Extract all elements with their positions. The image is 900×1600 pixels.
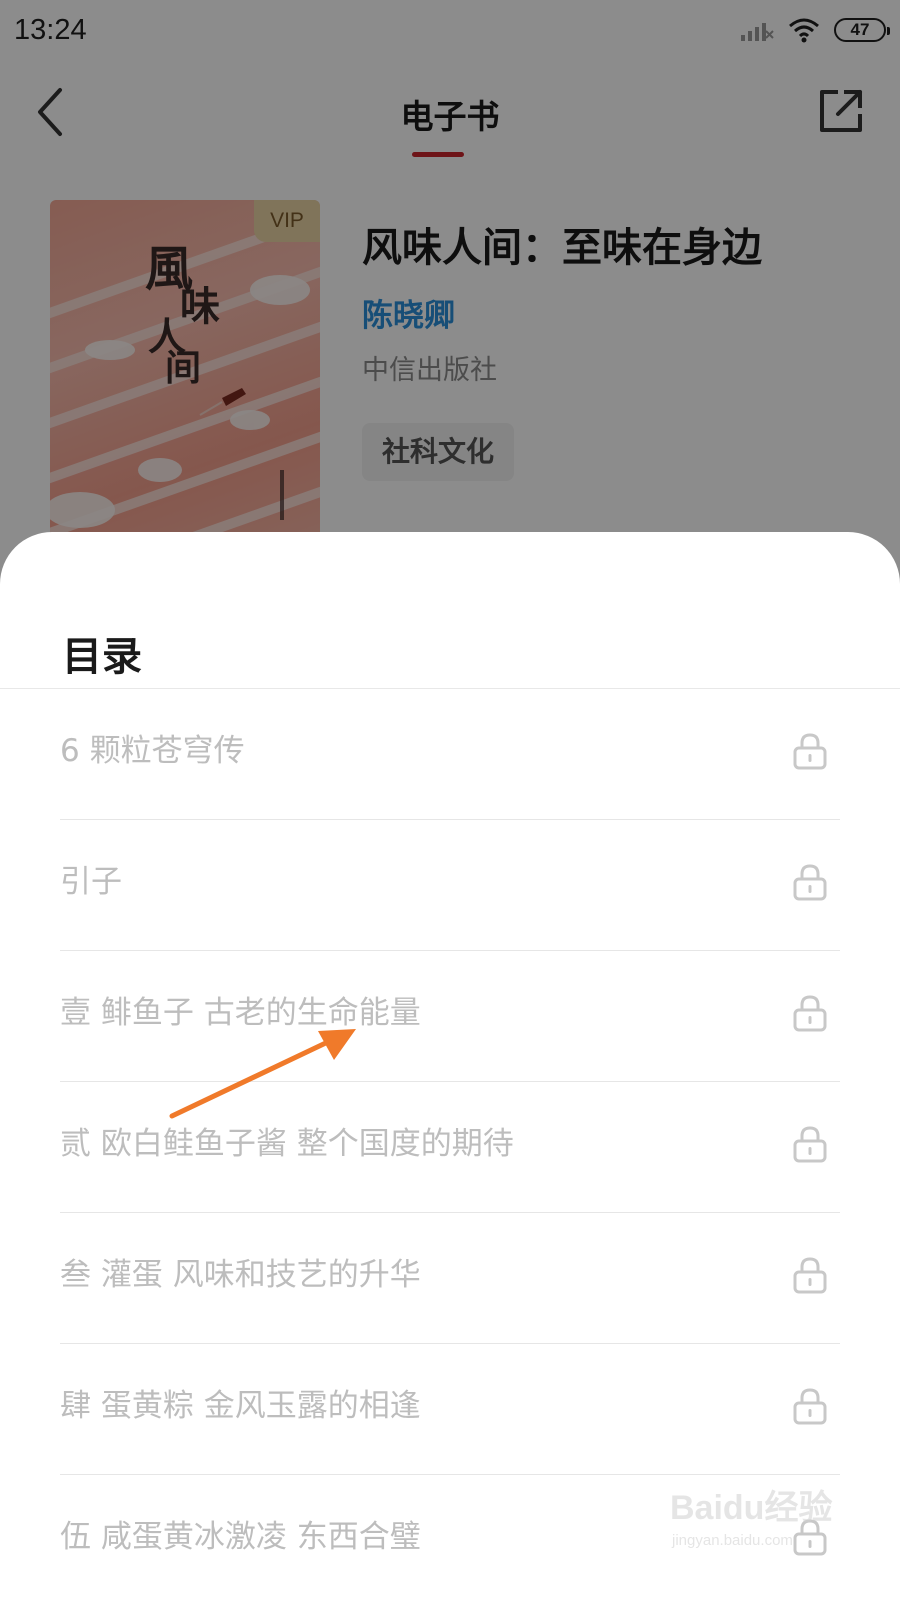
lock-icon [793,1126,827,1163]
toc-item-label: 伍 咸蛋黄冰激凌 东西合璧 [60,1519,421,1555]
watermark: Baidu经验 jingyan.baidu.com [670,1470,850,1560]
screen: 13:24 47 电子书 風 味 人 间 VIP 风味人间：至味在身边 陈晓卿 … [0,0,900,1600]
toc-item-label: 叁 灌蛋 风味和技艺的升华 [60,1257,421,1293]
watermark-url: jingyan.baidu.com [672,1532,793,1549]
toc-item[interactable]: 壹 鲱鱼子 古老的生命能量 [60,951,840,1082]
lock-icon [793,995,827,1032]
toc-item-label: 肆 蛋黄粽 金风玉露的相逢 [60,1388,421,1424]
toc-item-label: 贰 欧白鲑鱼子酱 整个国度的期待 [60,1126,514,1162]
toc-item-label: 引子 [60,864,122,900]
lock-icon [793,1388,827,1425]
lock-icon [793,733,827,770]
toc-item-label: 6 颗粒苍穹传 [60,733,245,769]
toc-item[interactable]: 叁 灌蛋 风味和技艺的升华 [60,1213,840,1344]
toc-item[interactable]: 6 颗粒苍穹传 [60,689,840,820]
toc-item[interactable]: 引子 [60,820,840,951]
toc-item-label: 壹 鲱鱼子 古老的生命能量 [60,995,421,1031]
lock-icon [793,1257,827,1294]
toc-list: 6 颗粒苍穹传 引子 壹 鲱鱼子 古老的生命能量 贰 欧白鲑鱼子酱 整个国度的期… [0,689,900,1600]
toc-bottom-sheet: 目录 6 颗粒苍穹传 引子 壹 鲱鱼子 古老的生命能量 贰 欧白鲑鱼子酱 整个国… [0,532,900,1600]
toc-item[interactable]: 肆 蛋黄粽 金风玉露的相逢 [60,1344,840,1475]
toc-title: 目录 [62,634,142,680]
watermark-logo: Baidu经验 [670,1489,833,1527]
lock-icon [793,864,827,901]
toc-item[interactable]: 贰 欧白鲑鱼子酱 整个国度的期待 [60,1082,840,1213]
